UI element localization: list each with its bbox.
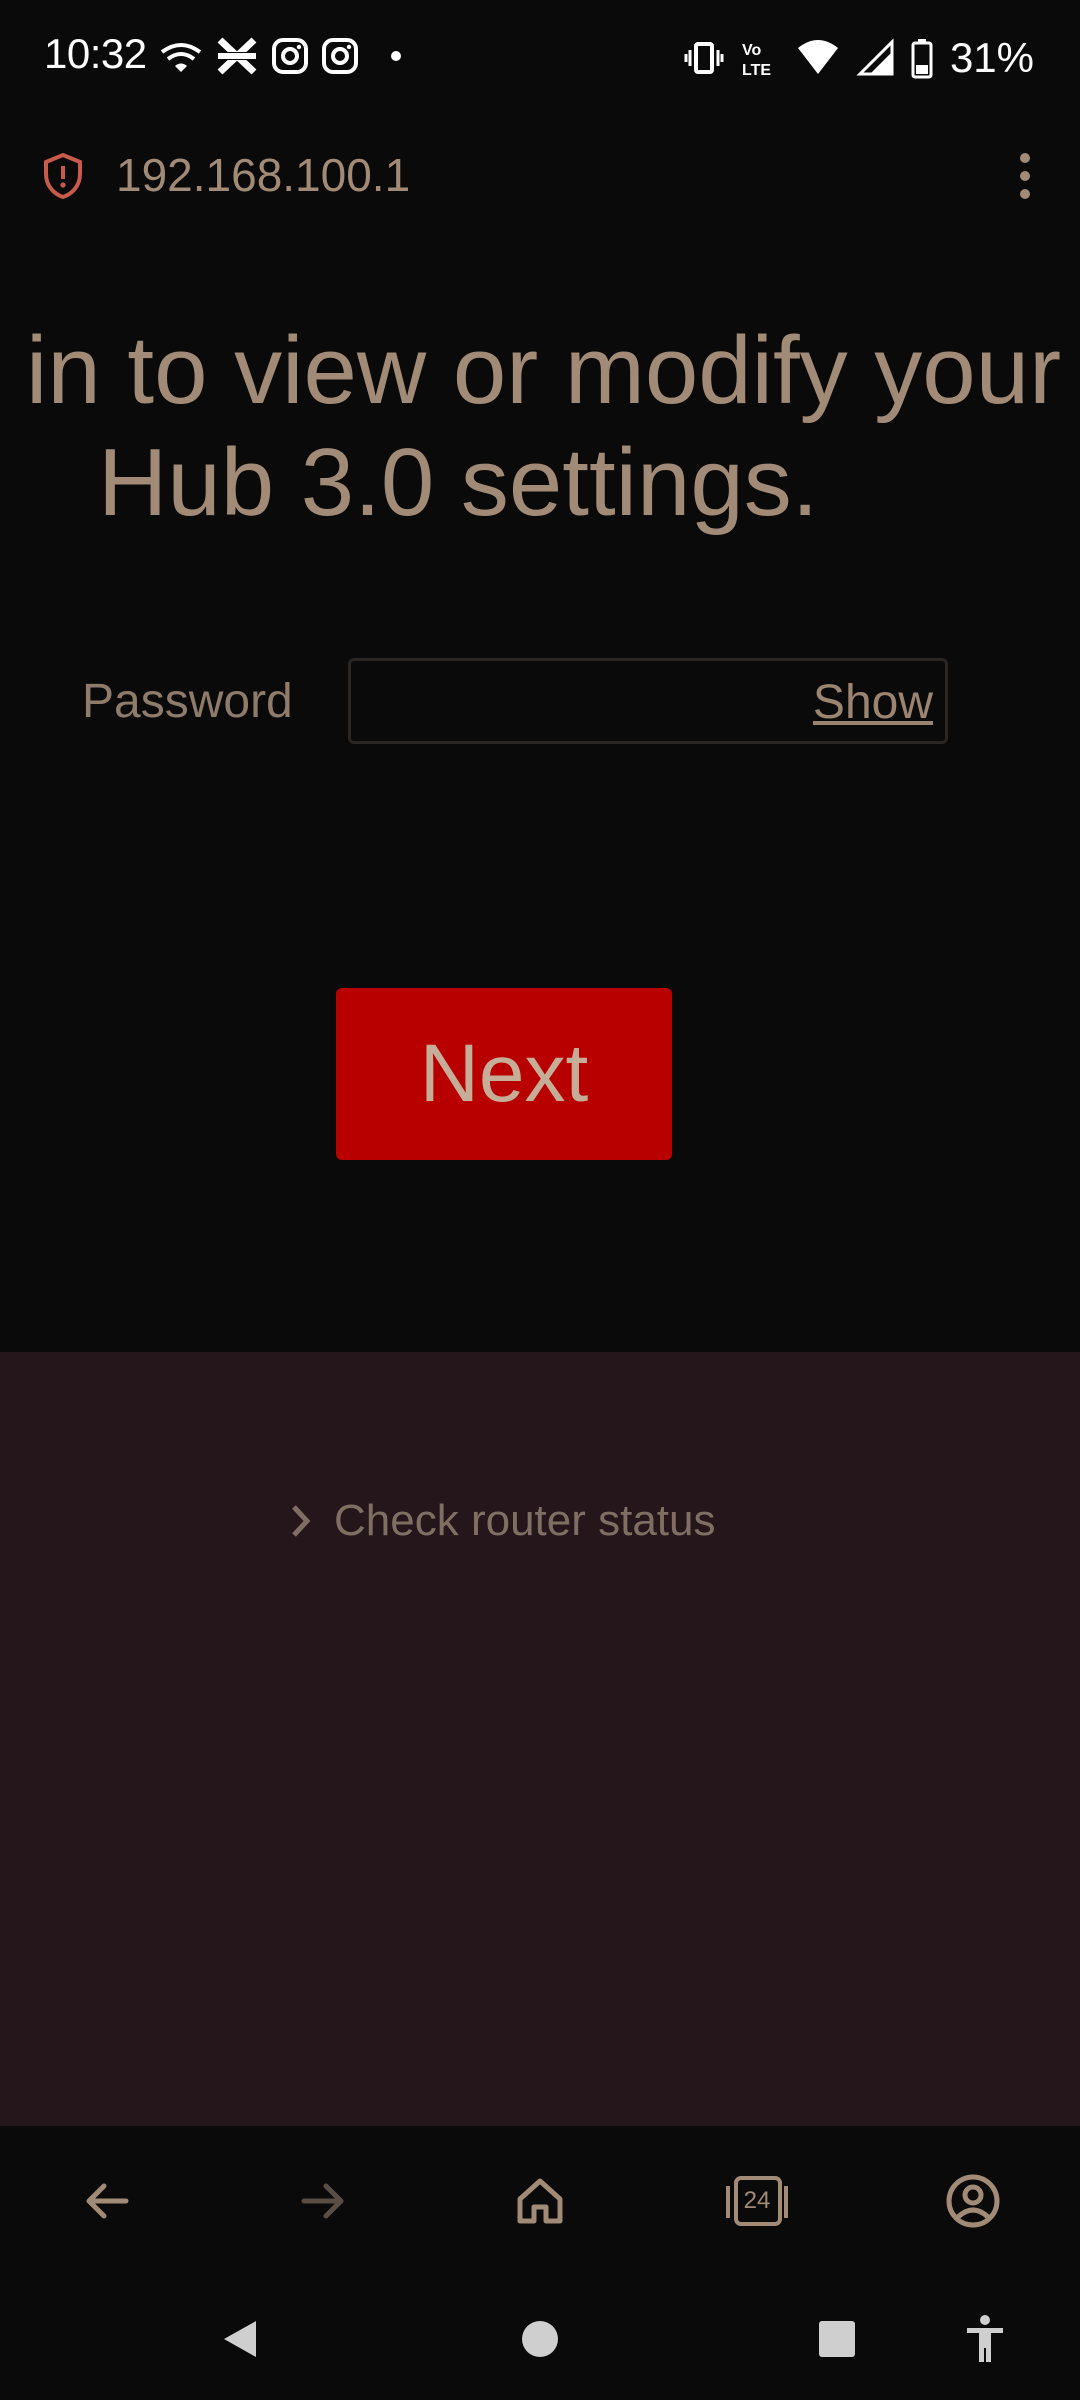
back-button[interactable]: [72, 2166, 142, 2236]
battery-percent: 31%: [949, 34, 1034, 81]
nav-recents-icon: [819, 2321, 855, 2357]
battery-icon: [911, 39, 933, 79]
router-status-label: Check router status: [334, 1496, 716, 1545]
forward-button[interactable]: [288, 2166, 358, 2236]
accessibility-icon: [967, 2315, 1003, 2362]
nav-recents-button[interactable]: [802, 2304, 872, 2374]
forward-arrow-icon: [301, 2183, 344, 2219]
tab-count: 24: [743, 2187, 771, 2214]
status-right-icons: Vo LTE 31%: [684, 34, 1034, 82]
nav-back-icon: [224, 2321, 256, 2357]
nav-home-button[interactable]: [505, 2304, 575, 2374]
password-input[interactable]: Show: [348, 658, 948, 744]
svg-text:LTE: LTE: [742, 62, 771, 79]
url-text[interactable]: 192.168.100.1: [116, 148, 410, 202]
notification-dot-icon: [391, 51, 401, 61]
volte-icon: Vo LTE: [742, 42, 771, 79]
halifax-app-icon: [216, 37, 258, 75]
wifi-calling-icon: [160, 43, 202, 72]
instagram-icon: [272, 38, 308, 74]
wifi-icon: [797, 40, 838, 74]
status-bar: 10:32 Vo LTE 31%: [0, 0, 1080, 116]
url-bar[interactable]: 192.168.100.1: [0, 116, 1080, 236]
back-arrow-icon: [86, 2183, 129, 2219]
shield-alert-icon[interactable]: [42, 152, 84, 200]
home-icon: [517, 2178, 563, 2224]
instagram-icon: [322, 38, 358, 74]
footer-section: Check router status: [0, 1352, 1080, 2126]
headline-line-2: Hub 3.0 settings.: [98, 429, 819, 536]
status-time: 10:32: [44, 30, 147, 77]
account-button[interactable]: [938, 2166, 1008, 2236]
headline-line-1: in to view or modify your: [26, 317, 1062, 424]
show-password-link[interactable]: Show: [813, 675, 933, 730]
password-label: Password: [82, 675, 293, 728]
browser-toolbar: 24: [0, 2126, 1080, 2274]
chevron-right-icon: [292, 1505, 311, 1537]
signal-icon: [856, 38, 894, 76]
tabs-button[interactable]: 24: [722, 2166, 792, 2236]
vibrate-icon: [684, 42, 724, 74]
status-left-icons: [158, 36, 410, 76]
home-button[interactable]: [505, 2166, 575, 2236]
screen: 10:32 Vo LTE 31% 192.168.100.1 in to vie…: [0, 0, 1080, 2400]
more-vert-icon[interactable]: [1000, 146, 1050, 206]
nav-home-icon: [522, 2321, 558, 2357]
next-button[interactable]: Next: [336, 988, 672, 1160]
account-icon: [946, 2174, 1000, 2228]
page-headline: in to view or modify your Hub 3.0 settin…: [0, 316, 1080, 556]
system-nav-bar: [0, 2274, 1080, 2400]
accessibility-button[interactable]: [950, 2304, 1020, 2374]
check-router-status-link[interactable]: Check router status: [290, 1496, 716, 1546]
svg-text:Vo: Vo: [742, 42, 761, 59]
nav-back-button[interactable]: [205, 2304, 275, 2374]
